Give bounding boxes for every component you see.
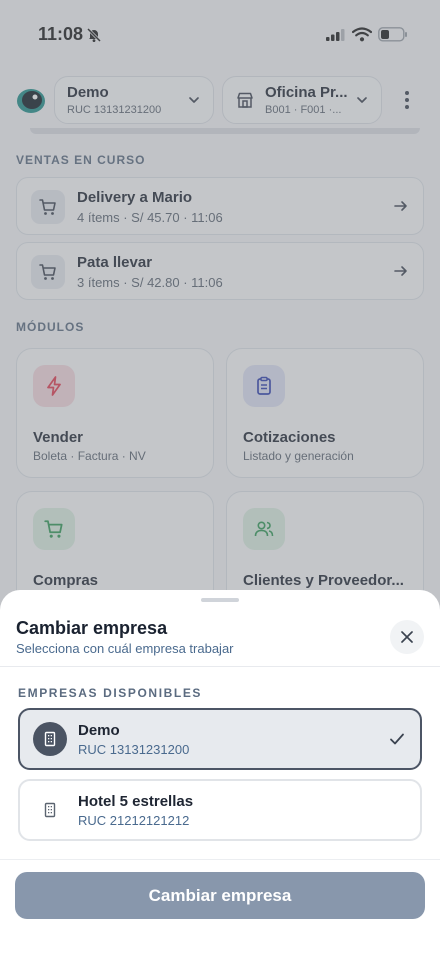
- company-option-ruc: RUC 21212121212: [78, 813, 190, 828]
- building-icon: [33, 793, 67, 827]
- company-option-demo[interactable]: Demo RUC 13131231200: [18, 708, 422, 770]
- close-icon: [401, 631, 413, 643]
- close-button[interactable]: [390, 620, 424, 654]
- company-option-hotel[interactable]: Hotel 5 estrellas RUC 21212121212: [18, 779, 422, 841]
- companies-section-label: EMPRESAS DISPONIBLES: [18, 686, 203, 700]
- sheet-subtitle: Selecciona con cuál empresa trabajar: [16, 641, 234, 656]
- sheet-grabber[interactable]: [201, 598, 239, 602]
- sheet-title: Cambiar empresa: [16, 618, 168, 638]
- divider: [0, 666, 440, 667]
- change-company-button[interactable]: Cambiar empresa: [15, 872, 425, 919]
- checkmark-icon: [390, 733, 404, 745]
- company-option-name: Hotel 5 estrellas: [78, 793, 194, 810]
- company-option-name: Demo: [78, 722, 120, 739]
- company-option-ruc: RUC 13131231200: [78, 742, 190, 757]
- divider: [0, 859, 440, 860]
- building-icon: [33, 722, 67, 756]
- change-company-sheet: Cambiar empresa Selecciona con cuál empr…: [0, 590, 440, 956]
